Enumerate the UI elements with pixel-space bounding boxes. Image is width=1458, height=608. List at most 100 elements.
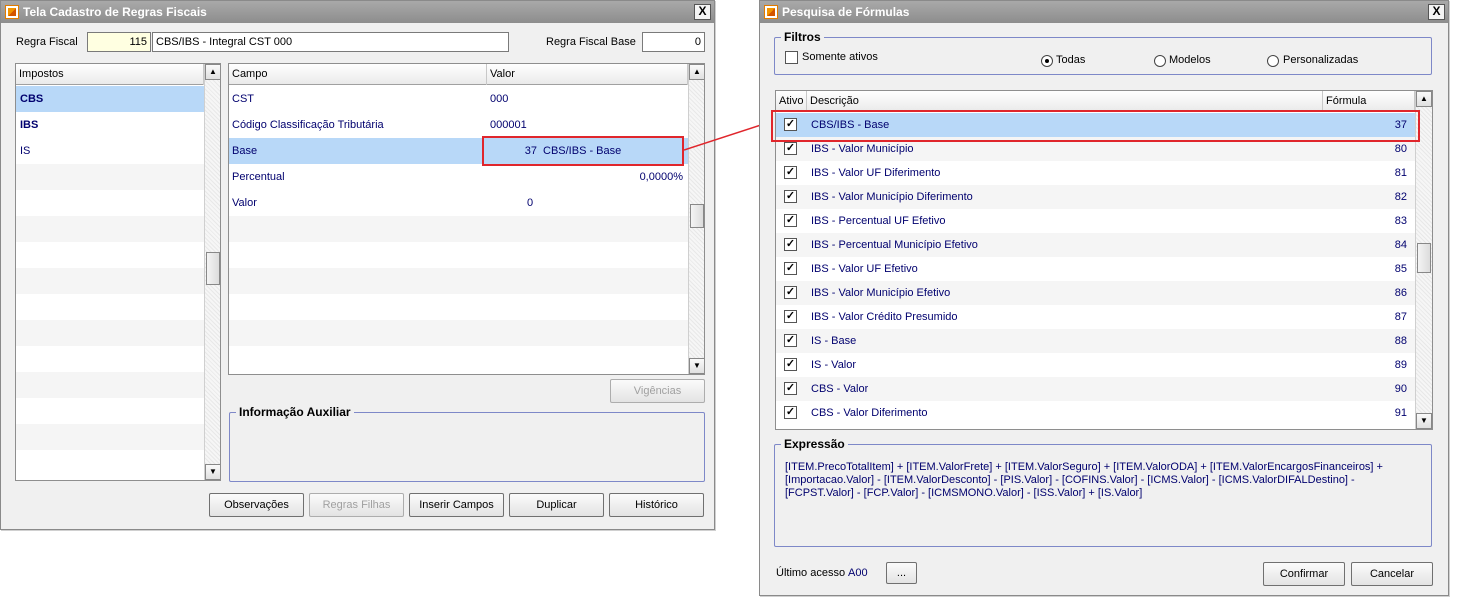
empty-row — [229, 216, 688, 242]
formula-number: 88 — [1394, 335, 1407, 347]
ativo-column-header[interactable]: Ativo — [776, 91, 807, 112]
close-button[interactable]: X — [1428, 4, 1445, 20]
duplicar-button[interactable]: Duplicar — [509, 493, 604, 517]
ativo-checkbox[interactable]: ✓ — [784, 214, 797, 227]
campo-row-percentual[interactable]: Percentual 0,0000% — [229, 164, 688, 190]
scroll-down-button[interactable]: ▼ — [1416, 413, 1432, 429]
regras-filhas-button[interactable]: Regras Filhas — [309, 493, 404, 517]
empty-row — [229, 320, 688, 346]
personalizadas-radio[interactable] — [1267, 55, 1279, 67]
ativo-checkbox[interactable]: ✓ — [784, 406, 797, 419]
imposto-row-ibs[interactable]: IBS — [16, 112, 204, 138]
formula-row[interactable]: ✓ IS - Valor 89 — [776, 353, 1415, 377]
imposto-row-cbs[interactable]: CBS — [16, 86, 204, 112]
ativo-checkbox[interactable]: ✓ — [784, 286, 797, 299]
title-bar[interactable]: Pesquisa de Fórmulas X — [760, 1, 1448, 23]
formula-column-header[interactable]: Fórmula — [1323, 91, 1415, 112]
scroll-up-button[interactable]: ▲ — [1416, 91, 1432, 107]
impostos-column-header[interactable]: Impostos — [16, 64, 204, 85]
imposto-label: IBS — [20, 119, 39, 131]
ativo-checkbox[interactable]: ✓ — [784, 310, 797, 323]
inserir-campos-button[interactable]: Inserir Campos — [409, 493, 504, 517]
ativo-checkbox[interactable]: ✓ — [784, 334, 797, 347]
impostos-header: Impostos — [16, 64, 204, 85]
scroll-down-button[interactable]: ▼ — [205, 464, 220, 480]
regra-fiscal-label: Regra Fiscal — [16, 36, 78, 48]
formula-row[interactable]: ✓ IBS - Valor Município Efetivo 86 — [776, 281, 1415, 305]
regra-fiscal-base-input[interactable]: 0 — [642, 32, 705, 52]
valor-column-header[interactable]: Valor — [487, 64, 688, 85]
empty-row — [16, 320, 204, 346]
campo-label: Código Classificação Tributária — [232, 119, 384, 131]
scroll-thumb[interactable] — [1417, 243, 1431, 273]
campo-row-cst[interactable]: CST 000 — [229, 86, 688, 112]
ativo-checkbox[interactable]: ✓ — [784, 190, 797, 203]
confirmar-button[interactable]: Confirmar — [1263, 562, 1345, 586]
formula-row[interactable]: ✓ IBS - Valor UF Efetivo 85 — [776, 257, 1415, 281]
formula-descricao: CBS - Valor — [811, 383, 869, 395]
formula-number: 91 — [1394, 407, 1407, 419]
imposto-row-is[interactable]: IS — [16, 138, 204, 164]
ativo-checkbox[interactable]: ✓ — [784, 166, 797, 179]
modelos-radio[interactable] — [1154, 55, 1166, 67]
campo-label: Valor — [232, 197, 257, 209]
regra-fiscal-desc-input[interactable]: CBS/IBS - Integral CST 000 — [152, 32, 509, 52]
campos-scrollbar[interactable]: ▲ ▼ — [688, 64, 704, 374]
regra-fiscal-base-label: Regra Fiscal Base — [546, 36, 636, 48]
formula-descricao: IBS - Valor Município Diferimento — [811, 191, 973, 203]
descricao-column-header[interactable]: Descrição — [807, 91, 1323, 112]
scroll-thumb[interactable] — [206, 252, 220, 285]
campo-value: 0 — [527, 197, 534, 209]
formula-descricao: IBS - Percentual UF Efetivo — [811, 215, 946, 227]
title-bar[interactable]: Tela Cadastro de Regras Fiscais X — [1, 1, 714, 23]
scroll-down-button[interactable]: ▼ — [689, 358, 704, 374]
expressao-label: Expressão — [781, 437, 848, 451]
close-button[interactable]: X — [694, 4, 711, 20]
regra-fiscal-code-input[interactable]: 115 — [87, 32, 151, 52]
filtros-group: Filtros Somente ativos Todas Modelos Per… — [774, 30, 1432, 75]
campo-row-classificacao[interactable]: Código Classificação Tributária 000001 — [229, 112, 688, 138]
todas-radio[interactable] — [1041, 55, 1053, 67]
formula-row[interactable]: ✓ IBS - Percentual Município Efetivo 84 — [776, 233, 1415, 257]
formula-row[interactable]: ✓ IBS - Percentual UF Efetivo 83 — [776, 209, 1415, 233]
campos-header: Campo Valor — [229, 64, 688, 85]
window-title: Pesquisa de Fórmulas — [782, 5, 910, 19]
ativo-checkbox[interactable]: ✓ — [784, 262, 797, 275]
campo-column-header[interactable]: Campo — [229, 64, 487, 85]
formula-descricao: IS - Valor — [811, 359, 857, 371]
observacoes-button[interactable]: Observações — [209, 493, 304, 517]
ellipsis-button[interactable]: ... — [886, 562, 917, 584]
ativo-checkbox[interactable]: ✓ — [784, 358, 797, 371]
empty-row — [229, 346, 688, 372]
campo-row-valor[interactable]: Valor 0 — [229, 190, 688, 216]
formula-row[interactable]: ✓ IBS - Valor Município Diferimento 82 — [776, 185, 1415, 209]
ativo-checkbox[interactable]: ✓ — [784, 142, 797, 155]
vigencias-button[interactable]: Vigências — [610, 379, 705, 403]
somente-ativos-label: Somente ativos — [802, 51, 878, 63]
somente-ativos-checkbox[interactable] — [785, 51, 798, 64]
formula-row[interactable]: ✓ CBS - Valor 90 — [776, 377, 1415, 401]
imposto-label: CBS — [20, 93, 44, 105]
formula-number: 84 — [1394, 239, 1407, 251]
campo-value: 000001 — [490, 119, 527, 131]
empty-row — [16, 216, 204, 242]
scroll-thumb[interactable] — [690, 204, 704, 228]
historico-button[interactable]: Histórico — [609, 493, 704, 517]
formula-row[interactable]: ✓ IBS - Valor UF Diferimento 81 — [776, 161, 1415, 185]
impostos-scrollbar[interactable]: ▲ ▼ — [204, 64, 220, 480]
formula-row[interactable]: ✓ CBS - Valor Diferimento 91 — [776, 401, 1415, 425]
formula-row[interactable]: ✓ IS - Base 88 — [776, 329, 1415, 353]
formula-row[interactable]: ✓ IBS - Valor Crédito Presumido 87 — [776, 305, 1415, 329]
empty-row — [16, 190, 204, 216]
formula-number: 82 — [1394, 191, 1407, 203]
cancelar-button[interactable]: Cancelar — [1351, 562, 1433, 586]
campo-label: Base — [232, 145, 258, 157]
imposto-label: IS — [20, 145, 31, 157]
empty-row — [229, 268, 688, 294]
ativo-checkbox[interactable]: ✓ — [784, 382, 797, 395]
app-icon — [5, 5, 19, 19]
ativo-checkbox[interactable]: ✓ — [784, 238, 797, 251]
scroll-up-button[interactable]: ▲ — [689, 64, 704, 80]
scroll-up-button[interactable]: ▲ — [205, 64, 220, 80]
filtros-label: Filtros — [781, 30, 824, 44]
